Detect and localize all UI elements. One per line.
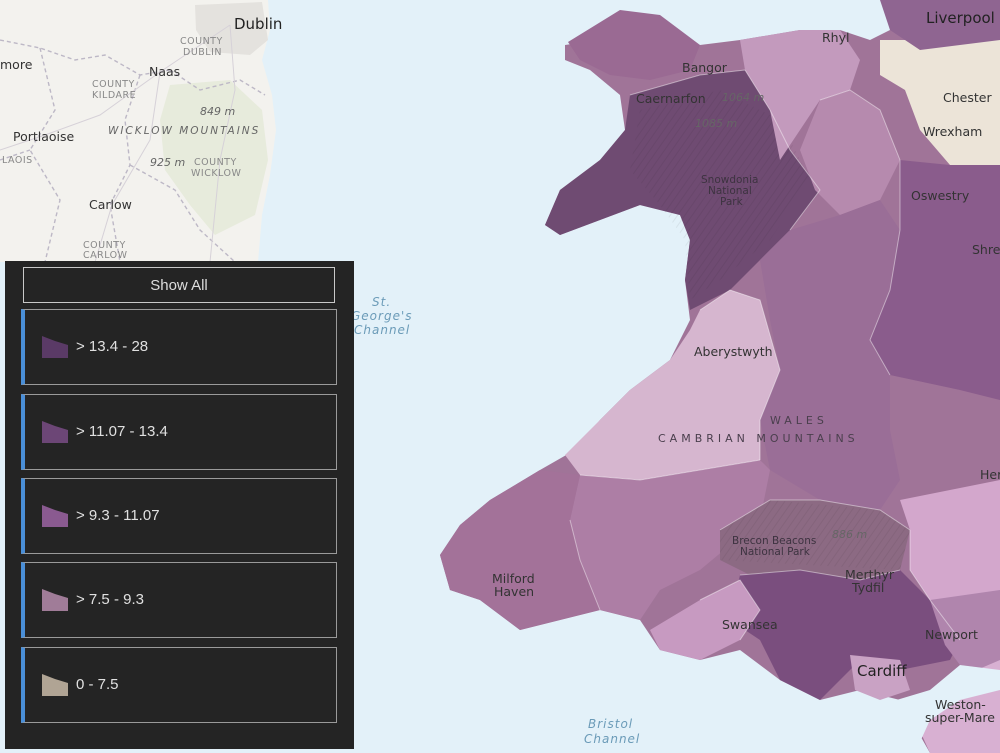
label-laois: LAOIS <box>2 155 33 166</box>
label-aberystwyth: Aberystwyth <box>694 344 773 359</box>
label-elev-1085: 1085 m <box>695 117 737 130</box>
label-portlaoise: Portlaoise <box>13 129 75 144</box>
label-wales: WALES <box>770 414 828 427</box>
label-naas: Naas <box>149 64 180 79</box>
label-oswestry: Oswestry <box>911 188 970 203</box>
legend-panel: Show All > 13.4 - 28 > 11.07 - 13.4 > 9.… <box>5 261 354 749</box>
label-chester: Chester <box>943 90 992 105</box>
legend-swatch-icon <box>42 589 68 611</box>
label-elev-925: 925 m <box>150 156 185 169</box>
label-newport: Newport <box>925 627 978 642</box>
label-county-dublin-2: DUBLIN <box>183 47 222 58</box>
legend-swatch-icon <box>42 336 68 358</box>
legend-swatch-icon <box>42 421 68 443</box>
label-county-dublin-1: COUNTY <box>180 36 223 47</box>
legend-label: > 13.4 - 28 <box>76 338 149 355</box>
legend-item-class-1[interactable]: > 13.4 - 28 <box>21 309 337 385</box>
label-merthyr-2: Tydfil <box>851 580 884 595</box>
label-swansea: Swansea <box>722 617 778 632</box>
label-wrexham: Wrexham <box>923 124 982 139</box>
label-county-kildare-1: COUNTY <box>92 79 135 90</box>
label-more: more <box>0 57 33 72</box>
legend-label: > 11.07 - 13.4 <box>76 423 168 440</box>
legend-label: 0 - 7.5 <box>76 676 119 693</box>
label-cambrian-mountains: CAMBRIAN MOUNTAINS <box>658 432 859 445</box>
label-her: Her <box>980 467 1000 482</box>
label-bristol-2: Channel <box>584 732 640 746</box>
swatch-shape <box>42 421 68 443</box>
label-wicklow-mountains: WICKLOW MOUNTAINS <box>108 125 260 137</box>
label-elev-1064: 1064 m <box>722 91 764 104</box>
label-st-georges-2: George's <box>351 309 413 323</box>
label-elev-886: 886 m <box>832 528 867 541</box>
label-shre: Shre <box>972 242 1000 257</box>
label-liverpool: Liverpool <box>926 9 995 27</box>
label-brecon-2: National Park <box>740 546 811 558</box>
label-bristol-1: Bristol <box>588 717 633 731</box>
label-elev-849: 849 m <box>200 105 235 118</box>
legend-item-class-3[interactable]: > 9.3 - 11.07 <box>21 478 337 554</box>
label-bangor: Bangor <box>682 60 728 75</box>
label-dublin: Dublin <box>234 15 282 33</box>
legend-swatch-icon <box>42 505 68 527</box>
legend-label: > 9.3 - 11.07 <box>76 507 160 524</box>
legend-item-class-4[interactable]: > 7.5 - 9.3 <box>21 562 337 638</box>
legend-swatch-icon <box>42 674 68 696</box>
swatch-shape <box>42 589 68 611</box>
label-county-wicklow-2: WICKLOW <box>191 168 241 179</box>
label-county-wicklow-1: COUNTY <box>194 157 237 168</box>
label-milford-2: Haven <box>494 584 534 599</box>
swatch-shape <box>42 336 68 358</box>
swatch-shape <box>42 505 68 527</box>
label-county-carlow-2: CARLOW <box>83 250 128 261</box>
label-county-kildare-2: KILDARE <box>92 90 136 101</box>
label-caernarfon: Caernarfon <box>636 91 706 106</box>
label-snowdonia-3: Park <box>720 196 744 208</box>
show-all-button[interactable]: Show All <box>23 267 335 303</box>
swatch-shape <box>42 674 68 696</box>
legend-item-class-2[interactable]: > 11.07 - 13.4 <box>21 394 337 470</box>
label-st-georges-1: St. <box>372 295 391 309</box>
label-st-georges-3: Channel <box>354 323 410 337</box>
legend-item-class-5[interactable]: 0 - 7.5 <box>21 647 337 723</box>
label-rhyl: Rhyl <box>822 30 849 45</box>
legend-label: > 7.5 - 9.3 <box>76 591 144 608</box>
label-carlow: Carlow <box>89 197 132 212</box>
label-weston-2: super-Mare <box>925 710 995 725</box>
label-cardiff: Cardiff <box>857 662 907 680</box>
